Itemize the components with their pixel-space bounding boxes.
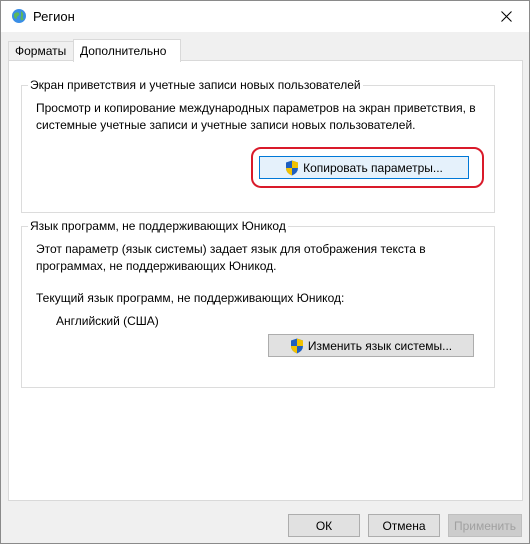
welcome-group-legend: Экран приветствия и учетные записи новых… bbox=[28, 78, 363, 92]
tab-advanced[interactable]: Дополнительно bbox=[73, 39, 181, 62]
uac-shield-icon bbox=[286, 160, 299, 175]
ok-button[interactable]: ОК bbox=[288, 514, 360, 537]
current-language-label: Текущий язык программ, не поддерживающих… bbox=[36, 291, 345, 305]
unicode-group: Язык программ, не поддерживающих Юникод … bbox=[21, 219, 495, 388]
current-language-value: Английский (США) bbox=[56, 314, 159, 328]
cancel-button[interactable]: Отмена bbox=[368, 514, 440, 537]
tab-panel: Экран приветствия и учетные записи новых… bbox=[8, 60, 523, 501]
apply-label: Применить bbox=[453, 518, 516, 533]
unicode-description-line2: программах, не поддерживающих Юникод. bbox=[36, 259, 277, 273]
unicode-description-line1: Этот параметр (язык системы) задает язык… bbox=[36, 242, 426, 256]
apply-button[interactable]: Применить bbox=[448, 514, 522, 537]
close-icon bbox=[500, 11, 512, 22]
ok-label: ОК bbox=[315, 518, 333, 533]
globe-icon bbox=[12, 9, 26, 23]
tab-formats[interactable]: Форматы bbox=[8, 41, 80, 62]
close-button[interactable] bbox=[483, 1, 529, 32]
welcome-description-line2: системные учетные записи и учетные запис… bbox=[36, 118, 416, 132]
copy-settings-button[interactable]: Копировать параметры... bbox=[259, 156, 469, 179]
change-system-locale-button[interactable]: Изменить язык системы... bbox=[268, 334, 474, 357]
region-dialog: Регион Форматы Дополнительно Экран приве… bbox=[0, 0, 530, 544]
welcome-group: Экран приветствия и учетные записи новых… bbox=[21, 78, 495, 213]
title-bar: Регион bbox=[1, 1, 529, 32]
uac-shield-icon bbox=[290, 338, 303, 353]
unicode-group-legend: Язык программ, не поддерживающих Юникод bbox=[28, 219, 288, 233]
cancel-label: Отмена bbox=[382, 518, 426, 533]
welcome-description-line1: Просмотр и копирование международных пар… bbox=[36, 101, 476, 115]
window-title: Регион bbox=[33, 9, 75, 24]
change-system-locale-label: Изменить язык системы... bbox=[307, 338, 453, 353]
copy-settings-label: Копировать параметры... bbox=[303, 160, 443, 175]
